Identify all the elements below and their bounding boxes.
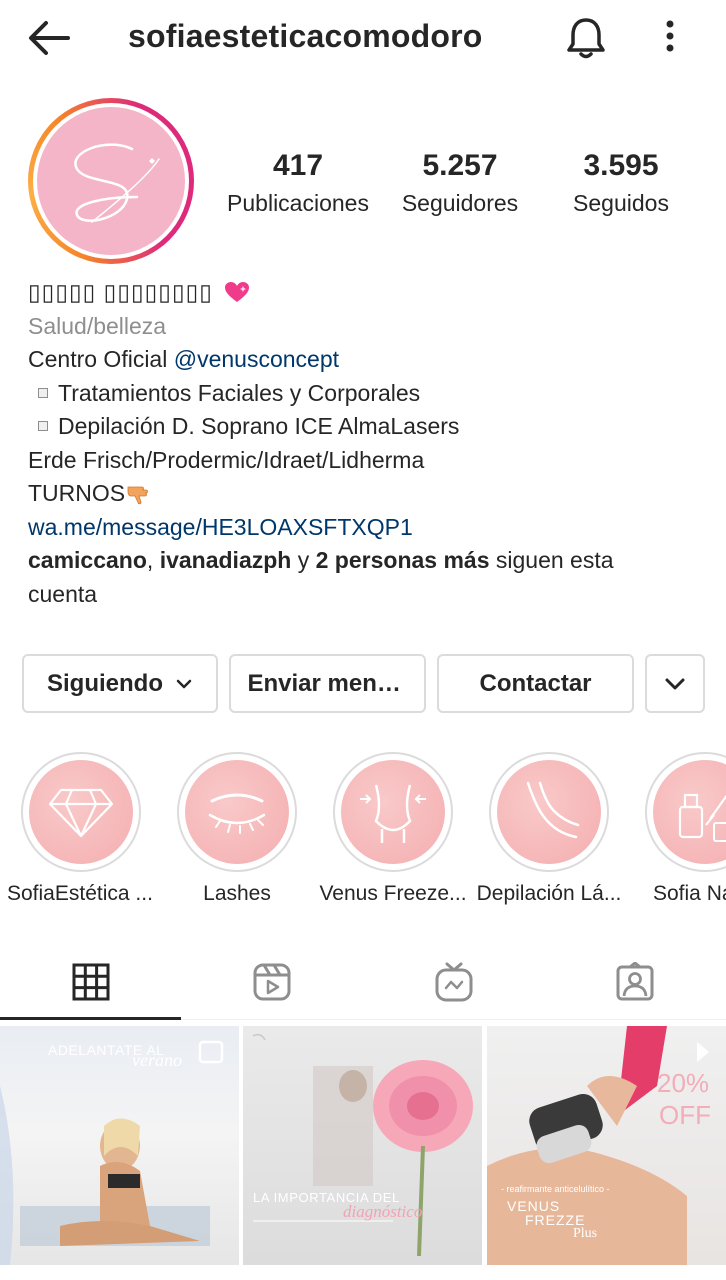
followed-by-user-1: camiccano: [28, 547, 147, 573]
stat-followers-value: 5.257: [422, 149, 498, 182]
eye-lashes-icon: [208, 793, 266, 834]
following-button-label: Siguiendo: [47, 669, 163, 697]
highlight-3[interactable]: [333, 752, 453, 872]
post-3-image: [487, 1026, 709, 1265]
highlight-5-label: Sofia Na: [653, 882, 726, 905]
post-thumbnail-3[interactable]: 20% OFF - reafirmante anticelulítico - V…: [487, 1026, 726, 1265]
message-button[interactable]: Enviar mensaje: [229, 654, 426, 713]
highlight-3-label: Venus Freeze...: [319, 882, 467, 905]
pointing-down-hand-icon: [127, 486, 149, 505]
followed-by-separator: ,: [146, 547, 160, 573]
post-1-caption-script: verano: [132, 1050, 182, 1070]
tab-grid[interactable]: [0, 944, 181, 1020]
highlight-1[interactable]: [21, 752, 141, 872]
bio-name-line: ▯▯▯▯▯ ▯▯▯▯▯▯▯▯: [28, 276, 708, 310]
following-button[interactable]: Siguiendo: [22, 654, 218, 713]
post-3-title-3: Plus: [573, 1226, 598, 1241]
stat-following[interactable]: 3.595 Seguidos: [536, 146, 706, 220]
bottom-spacer: [0, 1266, 726, 1280]
tab-igtv[interactable]: [363, 944, 544, 1020]
nail-polish-icon: [678, 793, 726, 842]
stat-following-value: 3.595: [583, 149, 659, 182]
mention-link[interactable]: @venusconcept: [174, 346, 339, 372]
post-3-discount-line-1: 20%: [657, 1068, 710, 1098]
legs-icon: [526, 781, 580, 839]
stat-posts-label: Publicaciones: [227, 190, 369, 216]
brand-logo: [37, 107, 185, 255]
highlight-2[interactable]: [177, 752, 297, 872]
highlight-2-label: Lashes: [203, 882, 271, 905]
profile-display-name: ▯▯▯▯▯ ▯▯▯▯▯▯▯▯: [28, 279, 213, 305]
bio-line-4: Erde Frisch/Prodermic/Idraet/Lidherma: [28, 446, 425, 473]
tab-tagged[interactable]: [544, 944, 725, 1020]
highlight-4-label: Depilación Lá...: [476, 882, 622, 905]
followed-by[interactable]: camiccano, ivanadiazph y 2 personas más …: [28, 544, 668, 611]
contact-button-label: Contactar: [479, 669, 592, 697]
post-2-caption-script: diagnóstico: [343, 1202, 423, 1221]
bio-line-1: Centro Oficial @venusconcept: [28, 343, 708, 377]
post-3-discount-line-2: OFF: [659, 1100, 711, 1130]
highlight-4[interactable]: [489, 752, 609, 872]
chevron-down-icon: [665, 678, 685, 689]
profile-tabs: [0, 944, 726, 1020]
sparkling-heart-icon: [225, 282, 250, 302]
contact-button[interactable]: Contactar: [437, 654, 634, 713]
igtv-icon: [435, 962, 472, 1002]
followed-by-more: 2 personas más: [315, 547, 490, 573]
stat-followers[interactable]: 5.257 Seguidores: [375, 146, 545, 220]
reels-icon: [253, 963, 290, 1001]
profile-username: sofiaesteticacomodoro: [128, 18, 483, 54]
bio-line-2-text: Tratamientos Faciales y Corporales: [58, 379, 421, 406]
bio-line-5-text: TURNOS: [28, 480, 126, 506]
stat-posts[interactable]: 417 Publicaciones: [213, 146, 383, 220]
followed-by-and: y: [291, 547, 316, 573]
chevron-down-icon: [176, 679, 192, 688]
stat-posts-value: 417: [272, 149, 324, 182]
bio-line-3-text: Depilación D. Soprano ICE AlmaLasers: [58, 413, 460, 439]
followed-by-user-2: ivanadiazph: [159, 547, 292, 573]
logo-signature-icon: [74, 143, 160, 223]
active-tab-indicator: [0, 1017, 181, 1020]
body-waist-icon: [360, 784, 426, 843]
stat-followers-label: Seguidores: [401, 190, 519, 216]
post-1-image: [0, 1040, 224, 1265]
more-vertical-icon[interactable]: [652, 14, 688, 62]
post-thumbnail-1[interactable]: ADELANTATE AL verano: [0, 1026, 239, 1265]
stat-following-label: Seguidos: [573, 190, 669, 216]
message-button-label: Enviar mensaje: [247, 669, 408, 697]
bio-line-2: Tratamientos Faciales y Corporales: [28, 377, 708, 411]
bell-icon[interactable]: [562, 14, 610, 62]
square-bullet-icon: [38, 387, 48, 398]
bio-line-1-text: Centro Oficial: [28, 346, 174, 372]
bio-line-3: Depilación D. Soprano ICE AlmaLasers: [28, 410, 708, 444]
tab-reels[interactable]: [181, 944, 362, 1020]
diamond-icon: [48, 788, 114, 838]
profile-bio: ▯▯▯▯▯ ▯▯▯▯▯▯▯▯ Salud/belleza Centro Ofic…: [28, 276, 708, 611]
back-arrow-icon[interactable]: [24, 16, 74, 60]
square-bullet-icon: [38, 421, 48, 432]
profile-category: Salud/belleza: [28, 312, 167, 339]
highlight-1-label: SofiaEstética ...: [7, 882, 153, 905]
suggested-accounts-button[interactable]: [645, 654, 705, 713]
top-bar: sofiaesteticacomodoro: [0, 0, 726, 76]
tagged-person-icon: [616, 962, 653, 1001]
post-2-image: [252, 1033, 473, 1257]
bio-website-link[interactable]: wa.me/message/HE3LOAXSFTXQP1: [28, 511, 708, 545]
grid-icon: [72, 963, 109, 1001]
profile-avatar[interactable]: [28, 98, 194, 264]
highlight-5[interactable]: [645, 752, 726, 872]
post-3-caption-small: - reafirmante anticelulítico -: [501, 1184, 610, 1194]
post-thumbnail-2[interactable]: LA IMPORTANCIA DEL diagnóstico: [243, 1026, 482, 1265]
bio-line-5: TURNOS: [28, 477, 708, 511]
